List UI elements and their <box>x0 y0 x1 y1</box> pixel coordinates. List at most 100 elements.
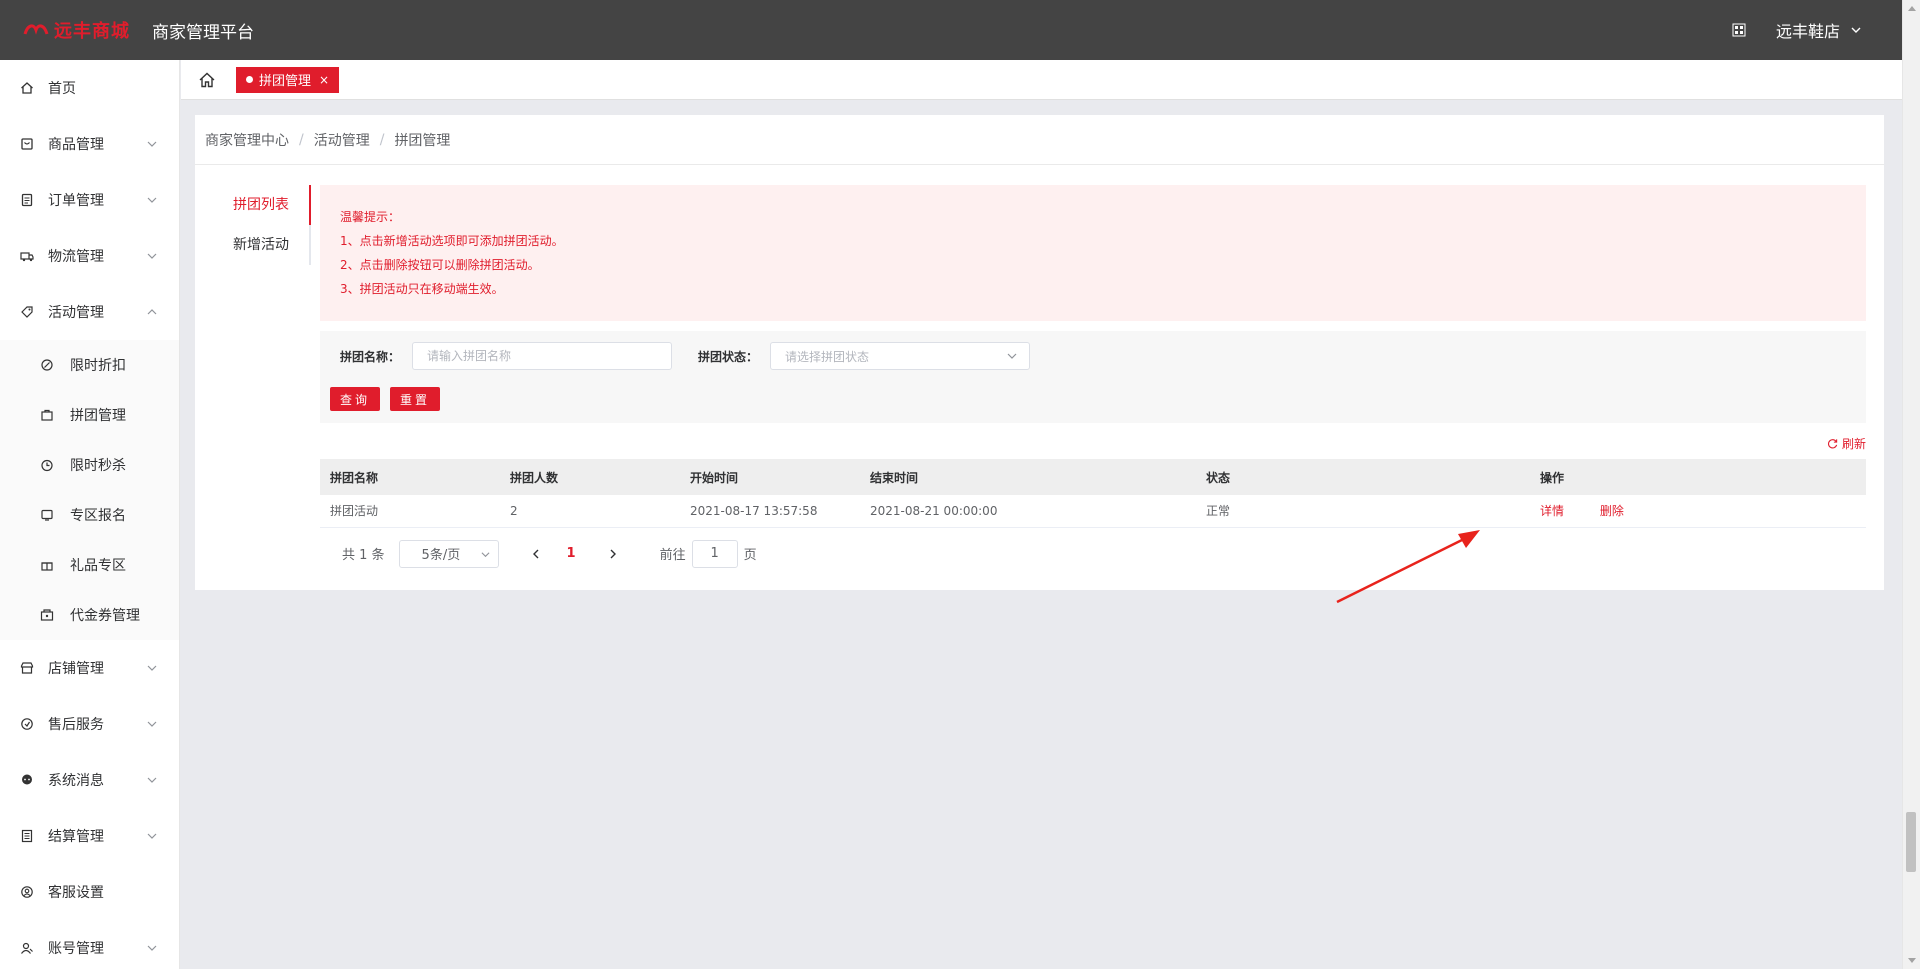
chevron-down-icon <box>147 777 157 783</box>
chevron-down-icon <box>147 945 157 951</box>
next-page-button[interactable] <box>598 540 628 568</box>
tab-group-buy[interactable]: 拼团管理 × <box>236 66 340 93</box>
breadcrumb-activity[interactable]: 活动管理 <box>314 130 370 150</box>
sidebar-item-messages[interactable]: 系统消息 <box>0 752 179 808</box>
tips-box: 温馨提示： 1、点击新增活动选项即可添加拼团活动。 2、点击删除按钮可以删除拼团… <box>320 185 1866 321</box>
prev-page-button[interactable] <box>521 540 551 568</box>
page-size-select[interactable]: 5条/页 <box>398 539 499 568</box>
cell-name: 拼团活动 <box>320 495 500 528</box>
scroll-down-icon[interactable] <box>1908 958 1916 963</box>
query-button[interactable]: 查询 <box>330 387 381 411</box>
subnav-group-list[interactable]: 拼团列表 <box>195 185 311 225</box>
top-header: 远丰商城 商家管理平台 远丰鞋店 <box>0 0 1902 60</box>
shop-name[interactable]: 远丰鞋店 <box>1776 18 1840 42</box>
account-icon <box>21 942 33 954</box>
chevron-down-icon <box>147 833 157 839</box>
sidebar-item-limited-discount[interactable]: 限时折扣 <box>0 340 179 390</box>
group-name-input[interactable] <box>412 342 672 370</box>
store-icon <box>20 662 34 674</box>
breadcrumb: 商家管理中心 / 活动管理 / 拼团管理 <box>195 115 1884 165</box>
column-header: 结束时间 <box>860 459 1196 495</box>
pagination: 共 1 条 5条/页 1 前往 页 <box>320 539 1866 568</box>
chevron-down-icon <box>147 141 157 147</box>
vertical-scrollbar[interactable] <box>1902 0 1920 969</box>
detail-link[interactable]: 详情 <box>1540 504 1564 518</box>
sidebar-item-label: 售后服务 <box>48 717 104 733</box>
close-icon[interactable]: × <box>319 73 329 87</box>
sidebar-item-logistics[interactable]: 物流管理 <box>0 228 179 284</box>
gift-icon <box>41 562 53 571</box>
tips-line: 1、点击新增活动选项即可添加拼团活动。 <box>340 234 564 248</box>
column-header: 操作 <box>1530 459 1866 495</box>
tips-line: 3、拼团活动只在移动端生效。 <box>340 282 504 296</box>
qrcode-icon[interactable] <box>1732 23 1746 37</box>
sidebar-item-home[interactable]: 首页 <box>0 60 179 116</box>
sidebar-item-orders[interactable]: 订单管理 <box>0 172 179 228</box>
platform-title: 商家管理平台 <box>152 22 254 43</box>
subnav-add-activity[interactable]: 新增活动 <box>195 225 311 265</box>
goods-icon <box>21 138 33 150</box>
scroll-up-icon[interactable] <box>1908 6 1916 11</box>
breadcrumb-separator: / <box>379 131 385 148</box>
main-card: 商家管理中心 / 活动管理 / 拼团管理 拼团列表 新增活动 温馨提示： 1、点… <box>195 115 1884 590</box>
cell-status: 正常 <box>1196 495 1530 528</box>
table-header-row: 拼团名称 拼团人数 开始时间 结束时间 状态 操作 <box>320 459 1866 495</box>
search-panel: 拼团名称： 拼团状态： 请选择拼团状态 查询 重置 <box>320 331 1866 423</box>
tips-title: 温馨提示： <box>340 210 401 224</box>
home-tab-button[interactable] <box>189 62 225 98</box>
sidebar-item-zone-signup[interactable]: 专区报名 <box>0 490 179 540</box>
column-header: 拼团人数 <box>500 459 680 495</box>
cell-count: 2 <box>500 495 680 528</box>
breadcrumb-current: 拼团管理 <box>394 132 451 149</box>
chevron-down-icon <box>1007 353 1017 359</box>
tab-label: 拼团管理 <box>259 74 312 89</box>
sidebar-item-label: 限时秒杀 <box>70 458 126 474</box>
sidebar-item-label: 商品管理 <box>48 137 104 153</box>
sidebar-item-activity[interactable]: 活动管理 <box>0 284 179 340</box>
sidebar-item-goods[interactable]: 商品管理 <box>0 116 179 172</box>
cell-start: 2021-08-17 13:57:58 <box>680 495 860 528</box>
sidebar-item-group-buy[interactable]: 拼团管理 <box>0 390 179 440</box>
tab-bar: 拼团管理 × <box>181 60 1902 100</box>
chevron-down-icon <box>147 253 157 259</box>
scroll-thumb[interactable] <box>1906 812 1916 872</box>
sidebar-item-label: 店铺管理 <box>48 661 104 677</box>
sidebar-item-settlement[interactable]: 结算管理 <box>0 808 179 864</box>
page-number-current[interactable]: 1 <box>567 546 576 561</box>
group-status-select[interactable]: 请选择拼团状态 <box>770 342 1030 370</box>
breadcrumb-merchant-center[interactable]: 商家管理中心 <box>205 130 289 150</box>
brand-logo[interactable]: 远丰商城 <box>22 17 130 43</box>
table-row: 拼团活动 2 2021-08-17 13:57:58 2021-08-21 00… <box>320 495 1866 528</box>
clock-icon <box>41 459 53 472</box>
chevron-down-icon <box>147 721 157 727</box>
reset-button[interactable]: 重置 <box>390 387 441 411</box>
home-icon <box>21 82 33 94</box>
brand-name: 远丰商城 <box>54 21 130 42</box>
sidebar: 首页 商品管理 订单管理 物流管理 活动管理 限时折扣 拼团管理 限时秒杀 专区… <box>0 60 180 969</box>
refresh-button[interactable]: 刷新 <box>320 435 1866 451</box>
sidebar-item-coupon[interactable]: 代金券管理 <box>0 590 179 640</box>
activity-submenu: 限时折扣 拼团管理 限时秒杀 专区报名 礼品专区 代金券管理 <box>0 340 179 640</box>
sidebar-item-label: 客服设置 <box>48 885 104 901</box>
sidebar-item-label: 订单管理 <box>48 193 104 209</box>
sidebar-item-label: 限时折扣 <box>70 358 126 374</box>
goto-page-input[interactable] <box>691 539 738 568</box>
bill-icon <box>21 829 33 843</box>
chevron-down-icon <box>481 551 490 557</box>
truck-icon <box>20 252 34 262</box>
goto-page: 前往 页 <box>660 539 757 568</box>
delete-link[interactable]: 删除 <box>1600 504 1624 518</box>
sidebar-item-store[interactable]: 店铺管理 <box>0 640 179 696</box>
column-header: 状态 <box>1196 459 1530 495</box>
sidebar-item-account[interactable]: 账号管理 <box>0 920 179 969</box>
sidebar-item-label: 系统消息 <box>48 773 104 789</box>
chevron-down-icon[interactable] <box>1850 24 1862 36</box>
select-placeholder: 请选择拼团状态 <box>785 349 870 364</box>
sidebar-item-after-sales[interactable]: 售后服务 <box>0 696 179 752</box>
sub-nav: 拼团列表 新增活动 <box>195 185 311 265</box>
sidebar-item-flash-sale[interactable]: 限时秒杀 <box>0 440 179 490</box>
message-icon <box>22 774 32 785</box>
sidebar-item-customer-service[interactable]: 客服设置 <box>0 864 179 920</box>
sidebar-item-label: 专区报名 <box>70 508 126 524</box>
sidebar-item-gift-zone[interactable]: 礼品专区 <box>0 540 179 590</box>
